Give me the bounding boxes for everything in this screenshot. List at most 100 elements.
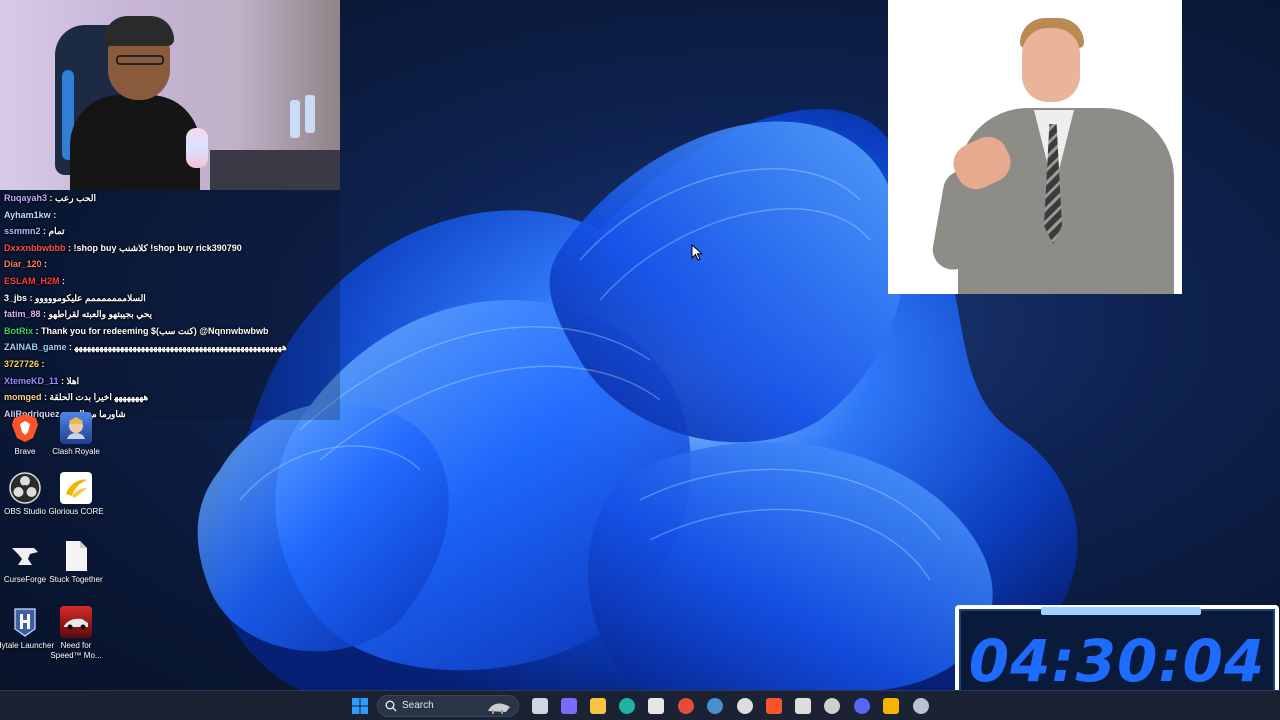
chat-separator: : [40,226,49,237]
search-placeholder: Search [402,700,434,711]
chat-message: Dxxxnbbwbbb : !shop buy كلاشنب !shop buy… [4,240,242,256]
chat-separator: : [27,292,36,303]
chat-text: تمام [48,226,65,237]
chatgpt-icon [824,698,840,714]
taskbar-app-chrome[interactable] [676,696,696,716]
hytale-icon [9,606,41,638]
nfs-icon [60,606,92,638]
chat-text: Thank you for redeeming $(كنت سب) @Nqnnw… [41,325,269,336]
copilot-icon [561,698,577,714]
stream-chat-overlay: Ruqayah3 : الحب رعب Ayham1kw : ssmmn2 : ت… [0,190,340,420]
start-button[interactable] [350,696,370,716]
chat-message: 3_jbs : السلامممممممم عليكومووووو [4,290,146,306]
chat-username: fatim_88 [4,309,41,320]
windows-icon [352,698,368,714]
desktop-icon-label: Glorious CORE [48,507,104,516]
taskbar-app-file-explorer[interactable] [588,696,608,716]
search-highlight-icon [488,703,510,714]
desktop-icon-glorious-core[interactable]: Glorious CORE [46,472,106,517]
taskbar-app-task-view[interactable] [530,696,550,716]
taskbar-app-obs[interactable] [735,696,755,716]
folder-icon [590,698,606,714]
chat-username: Ayham1kw [4,209,51,220]
taskbar-app-discord[interactable] [852,696,872,716]
desktop-icon-stuck-together[interactable]: Stuck Together [46,540,106,585]
chat-username: ESLAM_H2M [4,276,60,286]
taskbar-app-edge[interactable] [617,696,637,716]
chat-separator: : [41,259,48,270]
desktop-icon-label: Clash Royale [52,447,100,456]
taskbar-app-copilot[interactable] [559,696,579,716]
glorious-icon [60,472,92,504]
chat-message: momged : ﻫﻬﻬﻬﻬﻬﻬﻬ اخيرا بدت الحلقة [4,389,148,405]
taskbar-app-settings[interactable] [911,696,931,716]
taskbar-app-brave[interactable] [764,696,784,716]
desktop-icon-clash-royale[interactable]: Clash Royale [46,412,106,457]
chat-separator: : [33,325,41,336]
chrome-icon [678,698,694,714]
chat-separator: : [41,392,50,403]
taskbar-app-curseforge[interactable] [793,696,813,716]
chat-message: Diar_120 : [4,256,47,272]
chat-text: ﻫﻬﻬﻬﻬﻬﻬﻬ اخيرا بدت الحلقة [49,392,149,403]
taskbar-search[interactable]: Search [377,695,519,717]
curseforge-icon [9,540,41,572]
chat-message: Ayham1kw : [4,207,56,223]
system-tray[interactable] [1000,696,1150,716]
chat-separator: : [66,342,75,353]
chat-username: ZAINAB_game [4,342,67,353]
chat-message: ZAINAB_game : ﻫﻬﻬﻬﻬﻬﻬﻬﻬﻬﻬﻬﻬﻬﻬﻬﻬﻬﻬﻬﻬﻬﻬﻬﻬﻬ… [4,339,287,355]
chat-message: fatim_88 : يحي بجيبتهو والعبته لقراطهو [4,306,152,322]
chat-text: الحب رعب [55,193,96,203]
clash-royale-icon [60,412,92,444]
chat-username: Dxxxnbbwbbb [4,242,66,253]
glorious-icon [883,698,899,714]
chat-separator: : [65,242,74,253]
chat-text: يحي بجيبتهو والعبته لقراطهو [48,309,153,320]
chat-username: 3727726 [4,359,40,369]
discord-icon [854,698,870,714]
obs-icon [737,698,753,714]
chat-separator: : [40,309,49,320]
chat-message: ESLAM_H2M : [4,273,65,289]
chat-separator: : [50,209,57,220]
curseforge-icon [795,698,811,714]
store-icon [648,698,664,714]
taskbar-app-chatgpt[interactable] [822,696,842,716]
chat-message: BotRix : Thank you for redeeming $(كنت س… [4,323,269,339]
chat-username: BotRix [4,325,33,336]
timer-value: 04:30:04 [968,627,1266,695]
file-icon [60,540,92,572]
chat-username: 3_jbs [4,292,28,303]
steam-icon [707,698,723,714]
desktop-icon-label: Need for Speed™ Mo... [50,641,102,660]
chat-message: ssmmn2 : تمام [4,223,65,239]
chat-message: Ruqayah3 : الحب رعب [4,190,96,206]
chat-text: اهلا [66,375,80,386]
chat-separator: : [58,375,67,386]
task-view-icon [532,698,548,714]
desktop-icon-need-for-speed[interactable]: Need for Speed™ Mo... [46,606,106,661]
edge-icon [619,698,635,714]
chat-username: momged [4,392,42,403]
desktop-icon-label: Stuck Together [49,575,103,584]
taskbar: Search [0,690,1280,720]
webcam-feed [0,0,340,190]
brave-icon [766,698,782,714]
chat-separator: : [59,276,66,286]
meme-video-overlay [888,0,1182,294]
gear-icon [913,698,929,714]
chat-username: XtemeKD_11 [4,375,59,386]
taskbar-app-steam[interactable] [705,696,725,716]
chat-text: ﻫﻬﻬﻬﻬﻬﻬﻬﻬﻬﻬﻬﻬﻬﻬﻬﻬﻬﻬﻬﻬﻬﻬﻬﻬﻬﻬﻬﻬﻬﻬﻬﻬﻬﻬﻬﻬﻬﻬﻬ… [74,342,287,353]
taskbar-app-store[interactable] [646,696,666,716]
chat-username: ssmmn2 [4,226,41,237]
brave-icon [9,412,41,444]
desktop-screen: Ruqayah3 : الحب رعب Ayham1kw : ssmmn2 : ت… [0,0,1280,720]
obs-icon [9,472,41,504]
taskbar-app-glorious[interactable] [881,696,901,716]
chat-message: XtemeKD_11 : اهلا [4,373,79,389]
chat-separator: : [47,193,56,203]
chat-username: Diar_120 [4,259,42,270]
search-icon [385,700,397,712]
